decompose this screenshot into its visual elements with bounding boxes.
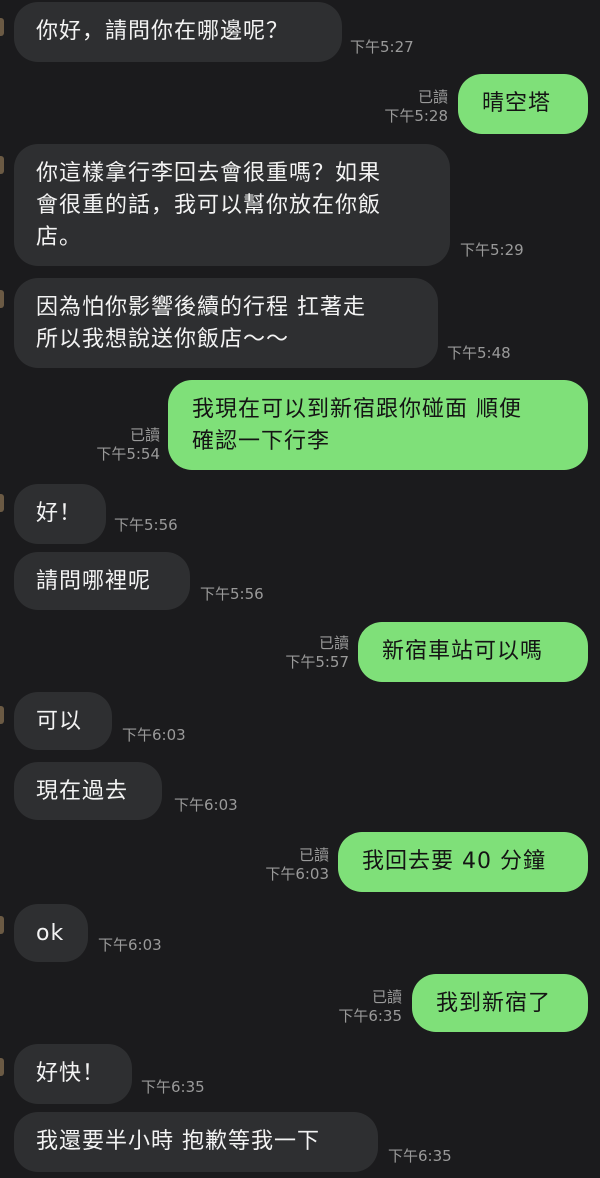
sender-avatar[interactable] bbox=[0, 290, 4, 308]
message-time: 下午6:03 bbox=[174, 796, 238, 814]
read-receipt: 已讀 下午6:03 bbox=[265, 846, 329, 884]
message-time: 下午6:03 bbox=[265, 865, 329, 883]
read-receipt: 已讀 下午5:28 bbox=[384, 88, 448, 126]
incoming-message[interactable]: 現在過去 bbox=[14, 762, 162, 820]
sender-avatar[interactable] bbox=[0, 18, 4, 36]
sender-avatar[interactable] bbox=[0, 916, 4, 934]
incoming-message[interactable]: 你好，請問你在哪邊呢？ bbox=[14, 2, 342, 62]
message-time: 下午6:03 bbox=[122, 726, 186, 744]
sender-avatar[interactable] bbox=[0, 1058, 4, 1076]
message-time: 下午6:03 bbox=[98, 936, 162, 954]
read-receipt: 已讀 下午5:54 bbox=[96, 426, 160, 464]
outgoing-message[interactable]: 我到新宿了 bbox=[412, 974, 588, 1032]
outgoing-message[interactable]: 我回去要 40 分鐘 bbox=[338, 832, 588, 892]
message-time: 下午5:28 bbox=[384, 107, 448, 125]
incoming-message[interactable]: ok bbox=[14, 904, 88, 962]
sender-avatar[interactable] bbox=[0, 706, 4, 724]
read-status: 已讀 bbox=[371, 988, 402, 1006]
message-time: 下午5:56 bbox=[114, 516, 178, 534]
outgoing-message[interactable]: 晴空塔 bbox=[458, 74, 588, 134]
incoming-message[interactable]: 我還要半小時 抱歉等我一下 bbox=[14, 1112, 378, 1172]
read-status: 已讀 bbox=[129, 426, 160, 444]
incoming-message[interactable]: 好！ bbox=[14, 484, 106, 544]
message-time: 下午6:35 bbox=[388, 1147, 452, 1165]
sender-avatar[interactable] bbox=[0, 156, 4, 174]
message-time: 下午5:29 bbox=[460, 241, 524, 259]
message-time: 下午5:54 bbox=[96, 445, 160, 463]
read-receipt: 已讀 下午5:57 bbox=[285, 634, 349, 672]
incoming-message[interactable]: 因為怕你影響後續的行程 扛著走 所以我想說送你飯店～～ bbox=[14, 278, 438, 368]
incoming-message[interactable]: 你這樣拿行李回去會很重嗎？如果 會很重的話，我可以幫你放在你飯 店。 bbox=[14, 144, 450, 266]
outgoing-message[interactable]: 新宿車站可以嗎 bbox=[358, 622, 588, 682]
read-status: 已讀 bbox=[417, 88, 448, 106]
incoming-message[interactable]: 可以 bbox=[14, 692, 112, 750]
read-status: 已讀 bbox=[318, 634, 349, 652]
read-receipt: 已讀 下午6:35 bbox=[338, 988, 402, 1026]
message-time: 下午5:56 bbox=[200, 585, 264, 603]
sender-avatar[interactable] bbox=[0, 494, 4, 512]
message-time: 下午5:48 bbox=[447, 344, 511, 362]
incoming-message[interactable]: 請問哪裡呢 bbox=[14, 552, 190, 610]
chat-thread[interactable]: 你好，請問你在哪邊呢？ 下午5:27 已讀 下午5:28 晴空塔 你這樣拿行李回… bbox=[0, 0, 600, 1178]
message-time: 下午6:35 bbox=[141, 1078, 205, 1096]
message-time: 下午5:27 bbox=[350, 38, 414, 56]
incoming-message[interactable]: 好快！ bbox=[14, 1044, 132, 1104]
read-status: 已讀 bbox=[298, 846, 329, 864]
message-time: 下午5:57 bbox=[285, 653, 349, 671]
outgoing-message[interactable]: 我現在可以到新宿跟你碰面 順便 確認一下行李 bbox=[168, 380, 588, 470]
message-time: 下午6:35 bbox=[338, 1007, 402, 1025]
